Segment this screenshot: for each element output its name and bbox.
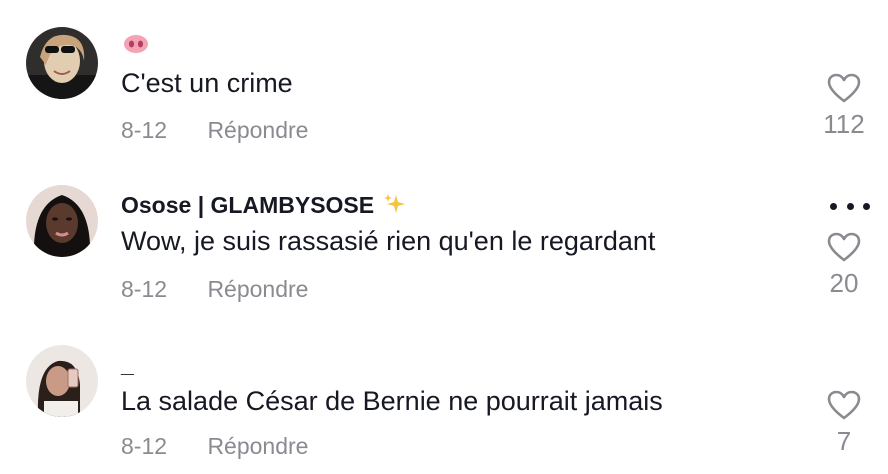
- heart-outline-icon: [814, 390, 874, 420]
- comment-text: La salade César de Bernie ne pourrait ja…: [121, 386, 663, 416]
- more-options-icon[interactable]: [830, 199, 870, 213]
- sparkles-emoji: [383, 192, 407, 222]
- comment-date: 8-12: [121, 433, 168, 459]
- avatar[interactable]: [26, 345, 98, 417]
- like-count: 20: [829, 268, 859, 298]
- like-button[interactable]: 7: [814, 390, 874, 457]
- comment-author[interactable]: _: [121, 351, 134, 378]
- comment-text: Wow, je suis rassasié rien qu'en le rega…: [121, 226, 656, 256]
- heart-outline-icon: [814, 232, 874, 262]
- reply-button[interactable]: Répondre: [207, 433, 308, 460]
- reply-button[interactable]: Répondre: [207, 276, 308, 303]
- comment-meta: 8-12 Répondre: [121, 276, 308, 303]
- like-button[interactable]: 20: [814, 232, 874, 299]
- avatar[interactable]: [26, 185, 98, 257]
- comment-meta: 8-12 Répondre: [121, 433, 308, 460]
- comment-date: 8-12: [121, 276, 168, 302]
- like-count: 7: [836, 426, 852, 456]
- comment-author[interactable]: Osose | GLAMBYSOSE: [121, 192, 407, 222]
- comment-item: _ La salade César de Bernie ne pourrait …: [0, 0, 888, 459]
